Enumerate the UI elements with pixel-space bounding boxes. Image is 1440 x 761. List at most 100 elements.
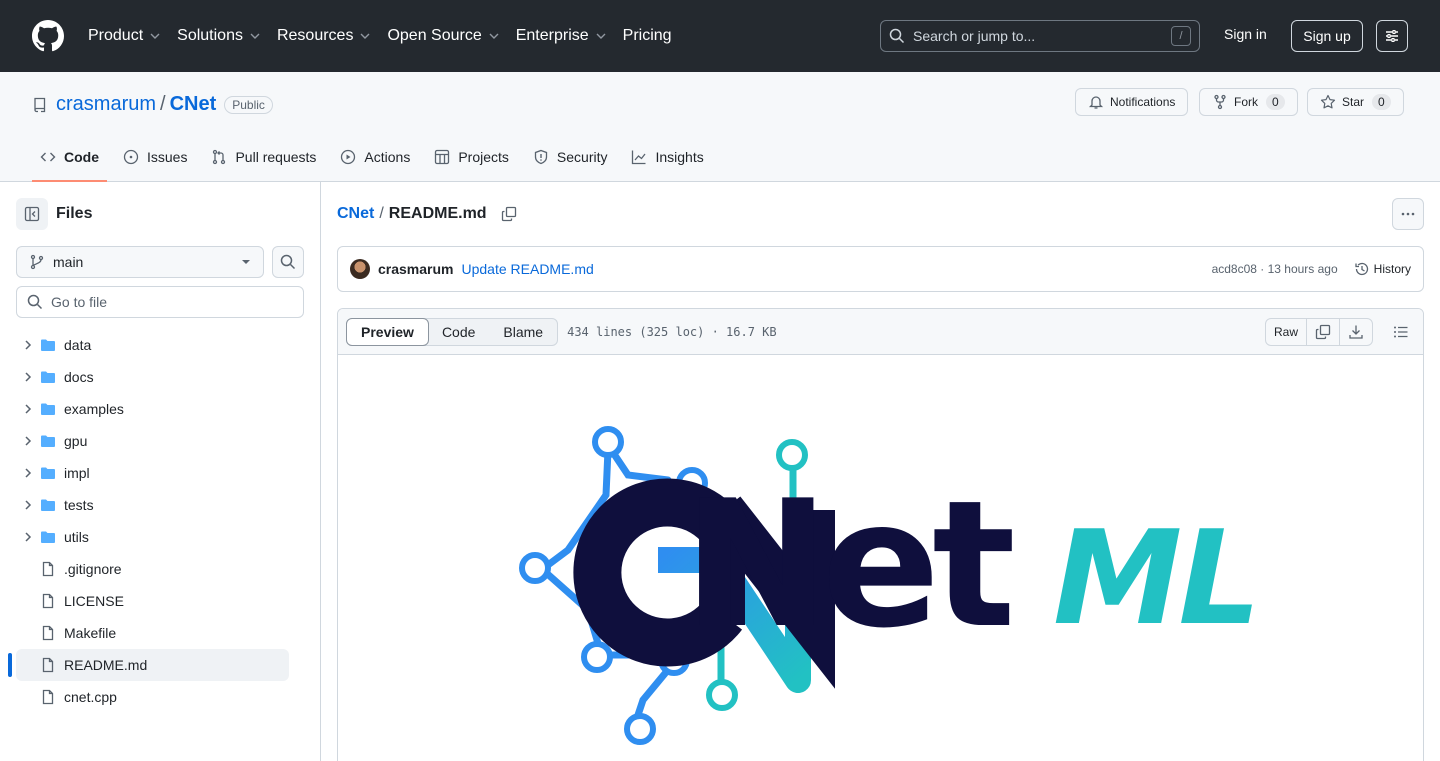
github-logo-icon[interactable]	[32, 20, 64, 52]
tree-folder-gpu[interactable]: gpu	[16, 425, 289, 457]
tree-item-label: data	[64, 337, 92, 353]
sign-in-link[interactable]: Sign in	[1224, 26, 1267, 42]
settings-menu-button[interactable]	[1376, 20, 1408, 52]
breadcrumb-repo-link[interactable]: CNet	[337, 205, 374, 223]
repo-owner-link[interactable]: crasmarum	[56, 93, 156, 116]
chevron-right-icon[interactable]	[20, 337, 36, 353]
download-icon	[1349, 325, 1363, 339]
chevron-right-icon[interactable]	[20, 401, 36, 417]
commit-message-link[interactable]: Update README.md	[462, 261, 594, 277]
tree-item-label: cnet.cpp	[64, 689, 117, 705]
branch-selector[interactable]: main	[16, 246, 264, 278]
nav-product[interactable]: Product	[88, 27, 161, 45]
tree-folder-impl[interactable]: impl	[16, 457, 289, 489]
file-content-area: CNet / README.md crasmarum Update README…	[321, 182, 1440, 761]
pull-request-icon	[213, 149, 226, 165]
graph-icon	[632, 150, 646, 165]
chevron-right-icon[interactable]	[20, 433, 36, 449]
nav-solutions[interactable]: Solutions	[177, 27, 261, 45]
chevron-right-icon[interactable]	[20, 529, 36, 545]
tree-folder-tests[interactable]: tests	[16, 489, 289, 521]
repo-icon	[34, 97, 46, 112]
nav-enterprise[interactable]: Enterprise	[516, 27, 607, 45]
sign-up-button[interactable]: Sign up	[1291, 20, 1363, 52]
tree-folder-docs[interactable]: docs	[16, 361, 289, 393]
copy-raw-button[interactable]	[1307, 318, 1340, 345]
search-icon	[280, 254, 296, 270]
tree-file-license[interactable]: LICENSE	[16, 585, 289, 617]
star-count: 0	[1372, 94, 1391, 110]
tree-file-makefile[interactable]: Makefile	[16, 617, 289, 649]
tab-insights[interactable]: Insights	[623, 133, 711, 181]
commit-author-link[interactable]: crasmarum	[378, 261, 454, 277]
avatar[interactable]	[350, 259, 370, 279]
tree-file-readme[interactable]: README.md	[8, 649, 289, 681]
go-to-file-input[interactable]: Go to file	[16, 286, 304, 318]
sidebar-collapse-icon	[24, 206, 40, 222]
chevron-down-icon	[250, 33, 260, 39]
search-files-button[interactable]	[272, 246, 304, 278]
history-button[interactable]: History	[1354, 261, 1411, 277]
tab-security[interactable]: Security	[525, 133, 616, 181]
nav-resources[interactable]: Resources	[277, 27, 371, 45]
copy-path-icon[interactable]	[501, 206, 517, 222]
folder-icon	[41, 371, 55, 383]
caret-down-icon	[242, 260, 250, 264]
download-button[interactable]	[1340, 319, 1372, 345]
breadcrumb-file-name: README.md	[388, 205, 487, 222]
chevron-right-icon[interactable]	[20, 369, 36, 385]
commit-hash-time[interactable]: acd8c08 · 13 hours ago	[1212, 262, 1338, 276]
repository-header: crasmarum / CNet Public Notifications Fo…	[0, 72, 1440, 182]
tab-pull-requests[interactable]: Pull requests	[203, 133, 324, 181]
raw-button[interactable]: Raw	[1266, 318, 1307, 345]
notifications-button[interactable]: Notifications	[1075, 88, 1189, 116]
folder-icon	[41, 467, 55, 479]
outline-button[interactable]	[1387, 318, 1415, 346]
fork-button[interactable]: Fork 0	[1199, 88, 1298, 116]
view-mode-toggle: Preview Code Blame	[346, 317, 559, 346]
tree-file-cnet-cpp[interactable]: cnet.cpp	[16, 681, 289, 713]
repo-name-link[interactable]: CNet	[170, 93, 217, 116]
more-options-button[interactable]	[1392, 198, 1424, 230]
logo-text-ml: ML	[1053, 502, 1257, 654]
chevron-right-icon[interactable]	[20, 465, 36, 481]
list-unordered-icon	[1394, 326, 1408, 337]
git-branch-icon	[30, 254, 44, 270]
tab-label: Code	[64, 149, 99, 165]
blame-tab[interactable]: Blame	[489, 319, 557, 345]
tree-folder-utils[interactable]: utils	[16, 521, 289, 553]
tree-item-label: impl	[64, 465, 90, 481]
code-tab[interactable]: Code	[428, 319, 489, 345]
main-layout: Files main Go to file data docs examples…	[0, 182, 1440, 761]
file-viewer-toolbar: Preview Code Blame 434 lines (325 loc) ·…	[338, 309, 1423, 355]
tree-file-gitignore[interactable]: .gitignore	[16, 553, 289, 585]
tree-item-label: gpu	[64, 433, 88, 449]
tab-projects[interactable]: Projects	[426, 133, 517, 181]
collapse-sidebar-button[interactable]	[16, 198, 48, 230]
tab-actions[interactable]: Actions	[332, 133, 418, 181]
tab-code[interactable]: Code	[32, 133, 107, 182]
search-input[interactable]: Search or jump to... /	[880, 20, 1200, 52]
files-header: Files	[16, 198, 304, 230]
tree-folder-examples[interactable]: examples	[16, 393, 289, 425]
top-navigation-bar: Product Solutions Resources Open Source …	[0, 0, 1440, 72]
tab-issues[interactable]: Issues	[115, 133, 195, 181]
table-icon	[435, 149, 450, 165]
file-tree: data docs examples gpu impl tests utils …	[8, 329, 304, 713]
nav-label: Enterprise	[515, 27, 589, 44]
shield-icon	[534, 149, 548, 165]
nav-open-source[interactable]: Open Source	[387, 27, 499, 45]
nav-label: Resources	[276, 27, 354, 44]
file-tree-sidebar: Files main Go to file data docs examples…	[0, 182, 321, 761]
tree-folder-data[interactable]: data	[16, 329, 289, 361]
preview-tab[interactable]: Preview	[346, 317, 429, 346]
nav-pricing[interactable]: Pricing	[623, 27, 672, 45]
star-button[interactable]: Star 0	[1307, 88, 1404, 116]
file-icon	[42, 561, 54, 577]
repo-title-separator: /	[160, 93, 166, 115]
code-icon	[40, 152, 56, 162]
tab-label: Actions	[364, 149, 411, 165]
chevron-right-icon[interactable]	[20, 497, 36, 513]
files-title: Files	[56, 205, 93, 222]
tree-item-label: utils	[64, 529, 89, 545]
